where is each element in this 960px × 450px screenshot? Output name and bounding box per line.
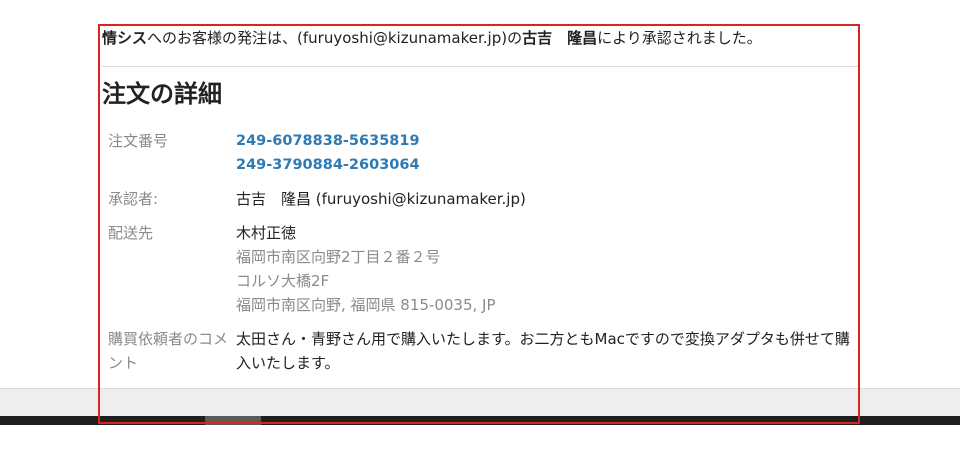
approval-intro-text: 情シスへのお客様の発注は、(furuyoshi@kizunamaker.jp)の… [102, 22, 858, 56]
approver-label: 承認者: [108, 190, 159, 208]
order-number-link[interactable]: 249-6078838-5635819 [236, 129, 858, 153]
comment-label: 購買依頼者のコメント [108, 330, 229, 372]
email-viewer: 情シスへのお客様の発注は、(furuyoshi@kizunamaker.jp)の… [0, 0, 960, 450]
divider [102, 66, 858, 67]
comment-row: 購買依頼者のコメント 太田さん・青野さん用で購入いたします。お二方ともMacです… [102, 327, 858, 375]
order-numbers-label: 注文番号 [108, 132, 169, 150]
shipping-row: 配送先 木村正徳 福岡市南区向野2丁目２番２号 コルソ大橋2F 福岡市南区向野,… [102, 221, 858, 317]
order-approval-message: 情シスへのお客様の発注は、(furuyoshi@kizunamaker.jp)の… [102, 22, 858, 385]
order-number-link[interactable]: 249-3790884-2603064 [236, 153, 858, 177]
shipping-label: 配送先 [108, 224, 154, 242]
scrollbar-thumb[interactable] [205, 416, 261, 425]
shipping-address: 木村正徳 福岡市南区向野2丁目２番２号 コルソ大橋2F 福岡市南区向野, 福岡県… [236, 221, 858, 317]
intro-text-part: へのお客様の発注は、(furuyoshi@kizunamaker.jp)の [147, 29, 523, 47]
address-line: コルソ大橋2F [236, 272, 330, 290]
address-line: 福岡市南区向野, 福岡県 815-0035, JP [236, 296, 496, 314]
address-line: 福岡市南区向野2丁目２番２号 [236, 248, 441, 266]
order-numbers-value: 249-6078838-5635819 249-3790884-2603064 [236, 129, 858, 177]
order-details-title: 注文の詳細 [102, 80, 222, 108]
horizontal-scrollbar[interactable] [0, 416, 960, 425]
page-footer-band [0, 388, 960, 416]
recipient-name: 木村正徳 [236, 224, 297, 242]
approver-name: 古吉 隆昌 [522, 29, 598, 47]
approver-value: 古吉 隆昌 (furuyoshi@kizunamaker.jp) [236, 190, 526, 208]
requester-comment: 太田さん・青野さん用で購入いたします。お二方ともMacですので変換アダプタも併せ… [236, 330, 850, 372]
approver-row: 承認者: 古吉 隆昌 (furuyoshi@kizunamaker.jp) [102, 187, 858, 211]
intro-text-suffix: により承認されました。 [597, 29, 762, 47]
team-name: 情シス [102, 29, 148, 47]
order-numbers-row: 注文番号 249-6078838-5635819 249-3790884-260… [102, 129, 858, 177]
